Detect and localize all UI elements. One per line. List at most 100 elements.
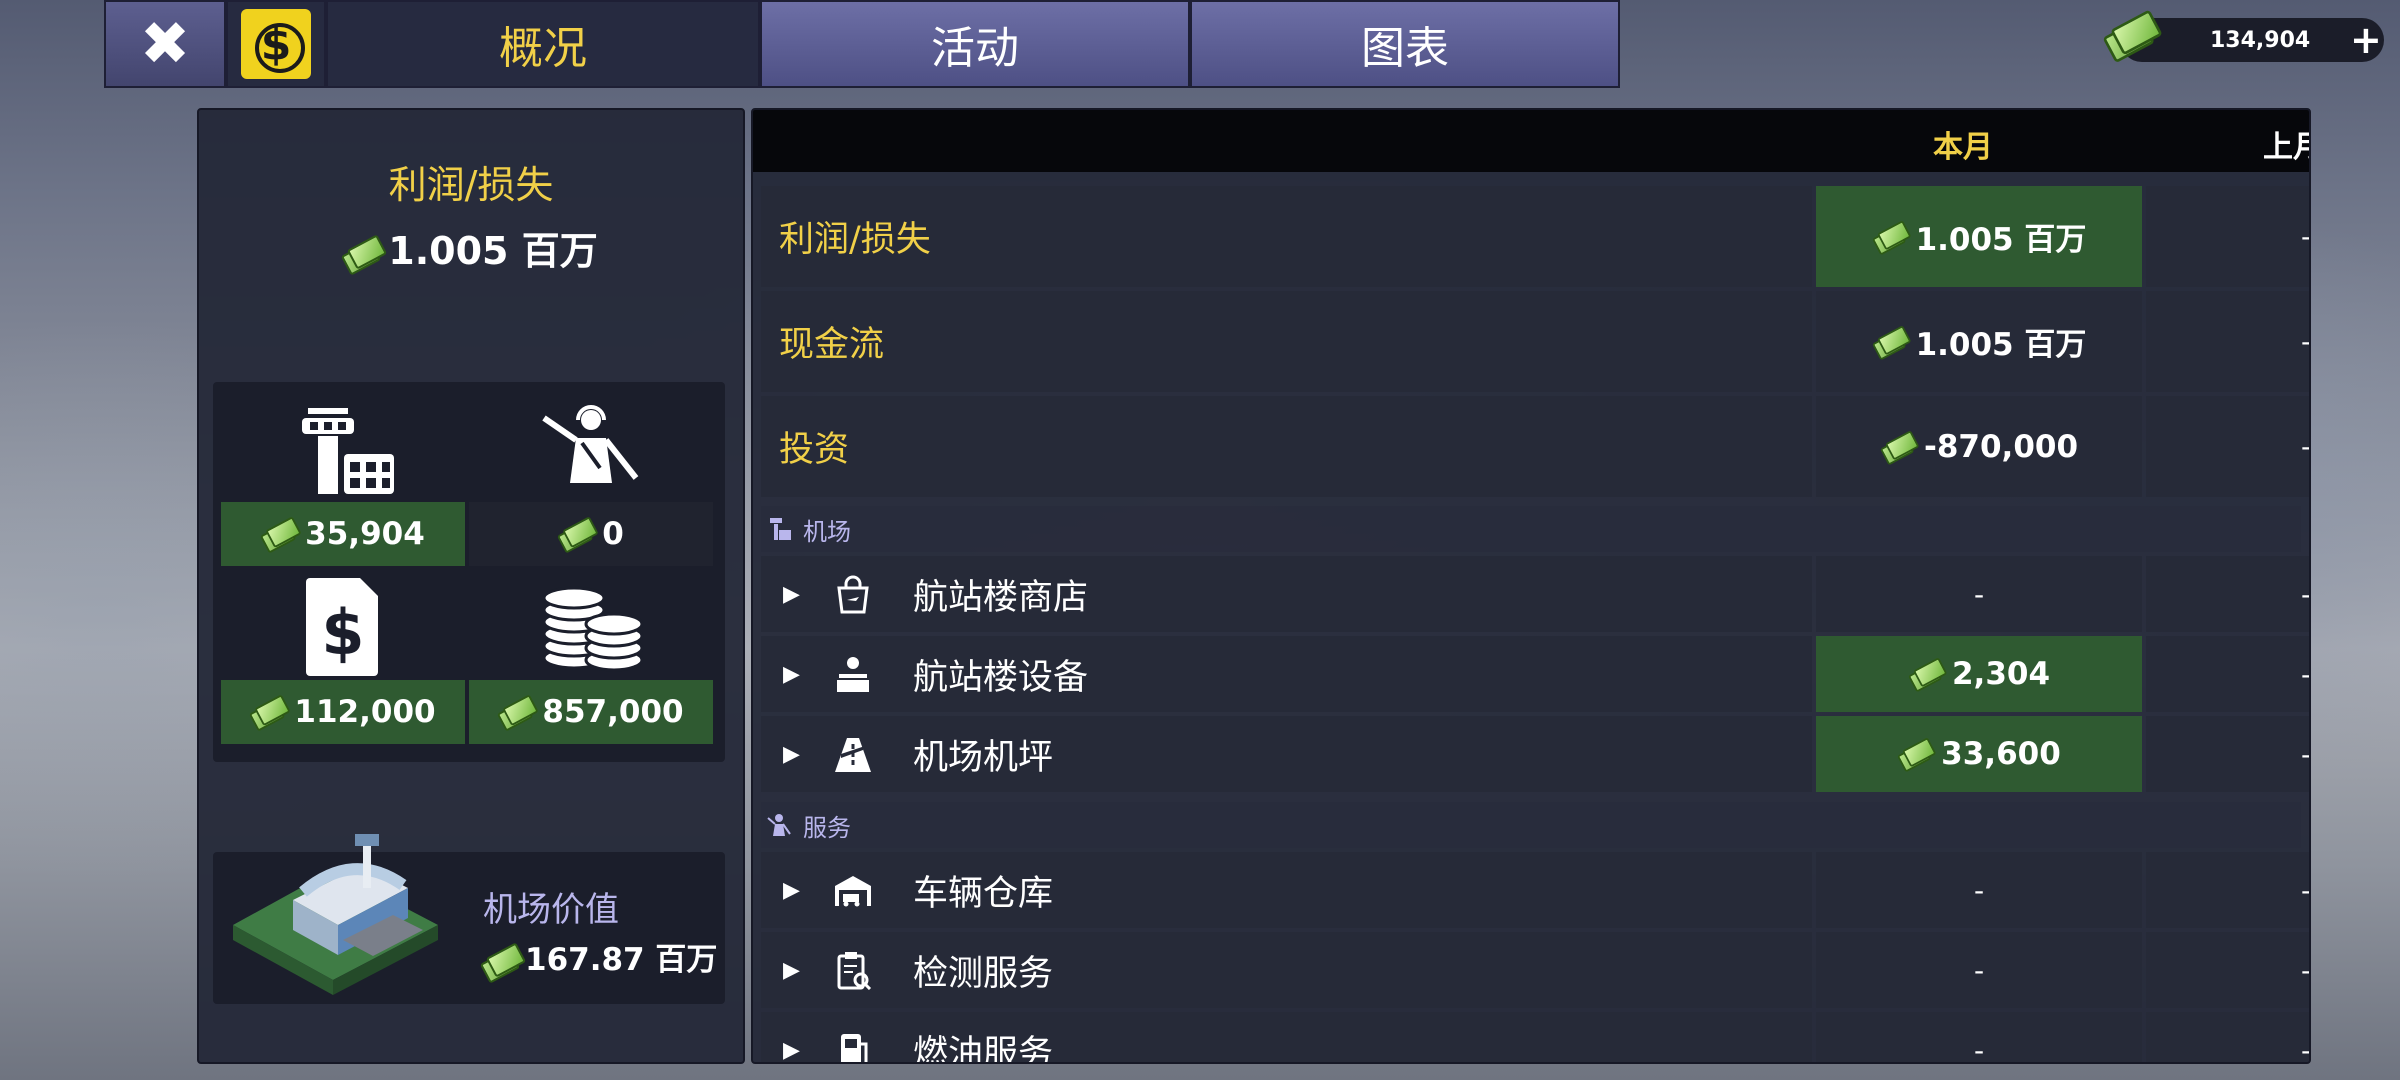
table-row-fuel-service[interactable]: ▶ 燃油服务 - -	[761, 1012, 2309, 1064]
staff-marshaller-icon	[469, 394, 713, 502]
money-icon	[1911, 663, 1942, 685]
close-button[interactable]: ✖	[104, 0, 226, 88]
table-row-airport-apron[interactable]: ▶ 机场机坪 33,600 -	[761, 716, 2309, 792]
tab-charts[interactable]: 图表	[1190, 0, 1620, 88]
money-icon	[344, 241, 380, 267]
row-label: 车辆仓库	[913, 873, 1054, 914]
invoice-dollar-icon: $	[221, 572, 465, 680]
row-current: -	[1816, 932, 2142, 1008]
section-services: 服务	[761, 802, 2301, 848]
row-current: -	[1816, 556, 2142, 632]
summary-row-cashflow: 现金流 1.005 百万 -	[761, 291, 2309, 392]
airport-tower-icon	[221, 394, 465, 502]
close-icon: ✖	[139, 9, 191, 79]
airport-value: 167.87 百万	[483, 934, 717, 979]
staff-marshaller-icon	[761, 812, 797, 838]
row-current: 1.005 百万	[1816, 291, 2142, 392]
table-row-terminal-equipment[interactable]: ▶ 航站楼设备 2,304 -	[761, 636, 2309, 712]
row-label: 航站楼商店	[913, 577, 1089, 618]
airport-tower-icon	[761, 516, 797, 542]
row-previous: -	[2146, 636, 2309, 712]
expand-arrow-icon[interactable]: ▶	[783, 1038, 809, 1063]
row-previous: -	[2146, 556, 2309, 632]
airport-value-title: 机场价值	[483, 890, 619, 930]
svg-text:$: $	[321, 596, 364, 669]
row-label: 燃油服务	[913, 1033, 1054, 1064]
tab-activity[interactable]: 活动	[760, 0, 1190, 88]
profit-loss-value: 1.005 百万	[199, 220, 743, 275]
coin-stack-icon	[469, 572, 713, 680]
summary-row-profit: 利润/损失 1.005 百万 -	[761, 186, 2309, 287]
summary-row-investment: 投资 -870,000 -	[761, 396, 2309, 497]
row-previous: -	[2146, 186, 2309, 287]
money-icon	[1874, 330, 1905, 352]
money-icon	[1874, 225, 1905, 247]
row-current: 1.005 百万	[1816, 186, 2142, 287]
col-this-month: 本月	[1933, 130, 1993, 165]
money-icon	[560, 522, 592, 545]
money-icon	[252, 700, 284, 723]
service-desk-icon	[823, 654, 883, 694]
top-bar: ✖ $ 概况 活动 图表	[104, 0, 1620, 88]
row-current: -	[1816, 1012, 2142, 1062]
add-currency-button[interactable]: +	[2350, 18, 2382, 62]
row-label: 利润/损失	[761, 186, 1812, 287]
money-icon	[483, 949, 519, 975]
row-label: 现金流	[761, 291, 1812, 392]
stat-staff-value: 0	[469, 502, 713, 566]
finance-table: 本月 上月 利润/损失 1.005 百万 - 现金流 1.005 百万 - 投资…	[751, 108, 2311, 1064]
row-previous: -	[2146, 291, 2309, 392]
stat-airport: 35,904	[221, 394, 465, 566]
section-title: 机场	[803, 517, 851, 546]
money-icon	[500, 700, 532, 723]
vehicle-garage-icon	[823, 870, 883, 910]
expand-arrow-icon[interactable]: ▶	[783, 582, 809, 607]
row-previous: -	[2146, 716, 2309, 792]
currency-value: 134,904	[2210, 27, 2311, 53]
finance-coin-icon: $	[241, 9, 311, 79]
row-label: 航站楼设备	[913, 657, 1089, 698]
stat-staff: 0	[469, 394, 713, 566]
money-icon	[2107, 18, 2154, 52]
col-last-month: 上月	[2263, 130, 2309, 165]
airport-value-box: 机场价值 167.87 百万	[213, 834, 725, 1004]
row-current: -870,000	[1816, 396, 2142, 497]
expand-arrow-icon[interactable]: ▶	[783, 662, 809, 687]
expand-arrow-icon[interactable]: ▶	[783, 958, 809, 983]
currency-display: 134,904 +	[2120, 18, 2384, 62]
section-airport: 机场	[761, 506, 2301, 552]
row-label: 机场机坪	[913, 737, 1054, 778]
row-previous: -	[2146, 396, 2309, 497]
row-previous: -	[2146, 932, 2309, 1008]
money-icon	[1900, 743, 1931, 765]
stat-invoice-value: 112,000	[221, 680, 465, 744]
table-row-inspection-service[interactable]: ▶ 检测服务 - -	[761, 932, 2309, 1008]
stat-coins: 857,000	[469, 572, 713, 744]
shopping-bag-icon	[823, 574, 883, 614]
stats-grid: 35,904 0 $ 112,000 857,000	[213, 382, 725, 762]
inspection-clipboard-icon	[823, 950, 883, 990]
table-row-vehicle-depot[interactable]: ▶ 车辆仓库 - -	[761, 852, 2309, 928]
profit-loss-title: 利润/损失	[388, 163, 554, 207]
row-current: -	[1816, 852, 2142, 928]
expand-arrow-icon[interactable]: ▶	[783, 878, 809, 903]
table-header: 本月 上月	[753, 110, 2309, 172]
stat-invoice: $ 112,000	[221, 572, 465, 744]
tab-overview[interactable]: 概况	[326, 0, 760, 88]
airport-illustration	[223, 830, 443, 1000]
table-row-terminal-shops[interactable]: ▶ 航站楼商店 - -	[761, 556, 2309, 632]
section-title: 服务	[803, 813, 851, 842]
row-current: 33,600	[1816, 716, 2142, 792]
finance-button[interactable]: $	[226, 0, 326, 88]
stat-coins-value: 857,000	[469, 680, 713, 744]
expand-arrow-icon[interactable]: ▶	[783, 742, 809, 767]
fuel-pump-icon	[823, 1030, 883, 1062]
runway-icon	[823, 734, 883, 774]
row-previous: -	[2146, 1012, 2309, 1062]
row-label: 检测服务	[913, 953, 1054, 994]
row-label: 投资	[761, 396, 1812, 497]
row-previous: -	[2146, 852, 2309, 928]
overview-summary-panel: 利润/损失 1.005 百万 35,904 0 $ 112,000 857,00…	[197, 108, 745, 1064]
money-icon	[263, 522, 295, 545]
stat-airport-value: 35,904	[221, 502, 465, 566]
